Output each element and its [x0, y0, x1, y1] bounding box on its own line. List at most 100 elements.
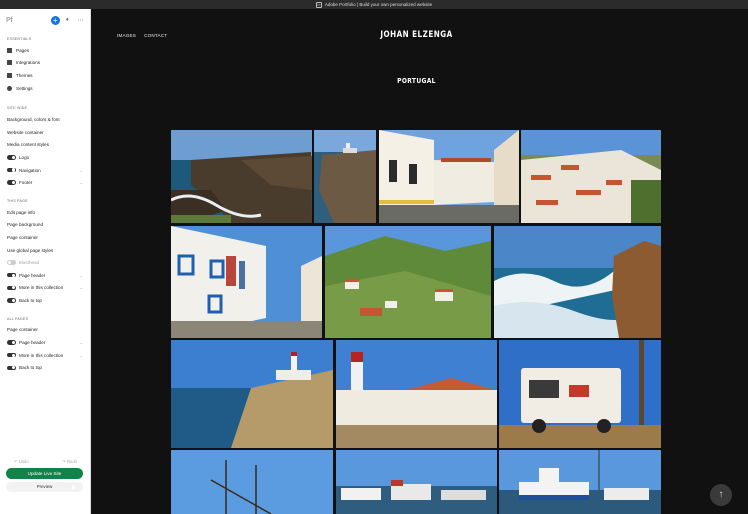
toggle-switch[interactable] — [7, 180, 16, 185]
toggle-label: Masthead — [19, 260, 40, 266]
toggle-label: Back to top — [19, 365, 42, 371]
gallery-image-fishing-boat[interactable] — [499, 450, 661, 514]
chevron-down-icon[interactable]: ⌄ — [80, 180, 83, 185]
link-background-colors-font[interactable]: Background, colors & font — [0, 113, 90, 126]
toggle-switch[interactable] — [7, 285, 16, 291]
integrations-icon — [7, 60, 12, 66]
link-edit-page-info[interactable]: Edit page info — [0, 206, 90, 219]
site-title[interactable]: JOHAN ELZENGA — [156, 30, 677, 40]
sidebar-item-pages[interactable]: Pages — [0, 44, 90, 57]
toggle-switch[interactable] — [7, 155, 16, 160]
back-to-top-button[interactable]: ↑ — [710, 484, 732, 506]
toggle-label: Footer — [19, 180, 33, 186]
gallery-image-red-lighthouse[interactable] — [336, 340, 497, 448]
toggle-all-more-in-collection[interactable]: More in this collection ⌄ — [0, 349, 90, 362]
toggle-switch[interactable] — [7, 340, 16, 345]
toggle-switch[interactable] — [7, 167, 16, 173]
photo-masts — [171, 450, 333, 514]
gallery-image-camper-van[interactable] — [499, 340, 661, 448]
chevron-down-icon[interactable]: ⌄ — [80, 353, 83, 358]
more-options-icon[interactable]: ⋯ — [78, 17, 84, 24]
toggle-label: Page header — [19, 272, 46, 278]
undo-redo-row: ↶ Undo ↷ Redo — [6, 456, 85, 466]
themes-icon — [7, 72, 12, 78]
portfolio-logo[interactable]: Pf — [6, 17, 13, 24]
link-page-container[interactable]: Page container — [0, 231, 90, 244]
undo-button[interactable]: ↶ Undo — [14, 459, 29, 464]
toggle-label: Logo — [19, 154, 30, 160]
photo-lighthouse-cliff — [314, 130, 376, 223]
nav-link-images[interactable]: IMAGES — [117, 33, 136, 38]
toggle-label: Back to top — [19, 297, 42, 303]
gallery-image-green-valley[interactable] — [325, 226, 491, 338]
site-preview-canvas: IMAGES CONTACT JOHAN ELZENGA PORTUGAL ↑ — [91, 9, 748, 514]
gear-icon — [7, 85, 12, 91]
gallery-image-lighthouse-coast[interactable] — [171, 340, 333, 448]
photo-village — [521, 130, 661, 223]
link-all-page-container[interactable]: Page container — [0, 324, 90, 337]
toggle-switch[interactable] — [7, 298, 16, 303]
photo-camper — [499, 340, 661, 448]
photo-laundry-street — [171, 226, 322, 338]
chevron-down-icon[interactable]: ⌄ — [80, 168, 83, 173]
editor-sidebar: Pf + ♦ ⋯ ESSENTIALS Pages Integrations T… — [0, 9, 91, 514]
toggle-label: More in this collection — [19, 352, 64, 358]
toggle-all-back-to-top[interactable]: Back to top — [0, 361, 90, 374]
notifications-bell-icon[interactable]: ♦ — [66, 17, 72, 23]
redo-label: Redo — [66, 458, 77, 464]
toggle-more-in-collection[interactable]: More in this collection ⌄ — [0, 282, 90, 295]
toggle-masthead[interactable]: Masthead — [0, 256, 90, 269]
toggle-navigation[interactable]: Navigation ⌄ — [0, 164, 90, 177]
link-use-global-page-styles[interactable]: Use global page styles — [0, 244, 90, 257]
page-icon — [7, 47, 12, 53]
toggle-switch[interactable] — [7, 352, 16, 358]
photo-coast — [171, 340, 333, 448]
toggle-logo[interactable]: Logo — [0, 151, 90, 164]
window-titlebar: Pf Adobe Portfolio | Build your own pers… — [0, 0, 748, 9]
gallery-image-cliffs-sea[interactable] — [171, 130, 312, 223]
sidebar-item-settings[interactable]: Settings — [0, 82, 90, 95]
toggle-footer[interactable]: Footer ⌄ — [0, 176, 90, 189]
link-website-container[interactable]: Website container — [0, 126, 90, 139]
add-content-button[interactable]: + — [50, 15, 60, 25]
photo-valley — [325, 226, 491, 338]
chevron-down-icon[interactable]: ⌄ — [80, 340, 83, 345]
chevron-down-icon[interactable]: ⌄ — [80, 285, 83, 290]
gallery-image-white-street[interactable] — [379, 130, 519, 223]
photo-fishing-boat — [499, 450, 661, 514]
sidebar-item-themes[interactable]: Themes — [0, 69, 90, 82]
toggle-all-page-header[interactable]: Page header ⌄ — [0, 336, 90, 349]
sidebar-item-integrations[interactable]: Integrations — [0, 57, 90, 70]
window-title: Adobe Portfolio | Build your own persona… — [324, 2, 433, 7]
link-page-background[interactable]: Page background — [0, 219, 90, 232]
sidebar-footer: ↶ Undo ↷ Redo Update Live Site Preview — [0, 456, 91, 514]
undo-label: Undo — [18, 458, 29, 464]
chevron-down-icon[interactable]: ⌄ — [80, 273, 83, 278]
redo-button[interactable]: ↷ Redo — [62, 459, 77, 464]
sidebar-item-label: Pages — [16, 47, 30, 53]
sidebar-header: Pf + ♦ ⋯ — [0, 9, 90, 31]
gallery-image-laundry-street[interactable] — [171, 226, 322, 338]
gallery-image-harbor-boats[interactable] — [336, 450, 497, 514]
photo-cliffs — [171, 130, 312, 223]
toggle-switch[interactable] — [7, 365, 16, 371]
toggle-label: Page header — [19, 340, 46, 346]
gallery-image-waves-rocks[interactable] — [494, 226, 661, 338]
update-live-site-button[interactable]: Update Live Site — [6, 468, 83, 479]
page-title: PORTUGAL — [397, 77, 436, 85]
toggle-switch[interactable] — [7, 260, 16, 265]
portfolio-app-icon: Pf — [315, 1, 322, 8]
toggle-switch[interactable] — [7, 272, 16, 278]
photo-red-lighthouse — [336, 340, 497, 448]
gallery-image-lighthouse-cliff[interactable] — [314, 130, 376, 223]
toggle-page-header[interactable]: Page header ⌄ — [0, 269, 90, 282]
toggle-label: More in this collection — [19, 285, 64, 291]
toggle-back-to-top[interactable]: Back to top — [0, 294, 90, 307]
link-media-content-styles[interactable]: Media content styles — [0, 139, 90, 152]
gallery-image-sailboat-masts[interactable] — [171, 450, 333, 514]
toggle-label: Navigation — [19, 167, 41, 173]
sidebar-item-label: Settings — [16, 85, 33, 91]
gallery-image-village-hill[interactable] — [521, 130, 661, 223]
photo-harbor — [336, 450, 497, 514]
sidebar-item-label: Themes — [16, 72, 33, 78]
